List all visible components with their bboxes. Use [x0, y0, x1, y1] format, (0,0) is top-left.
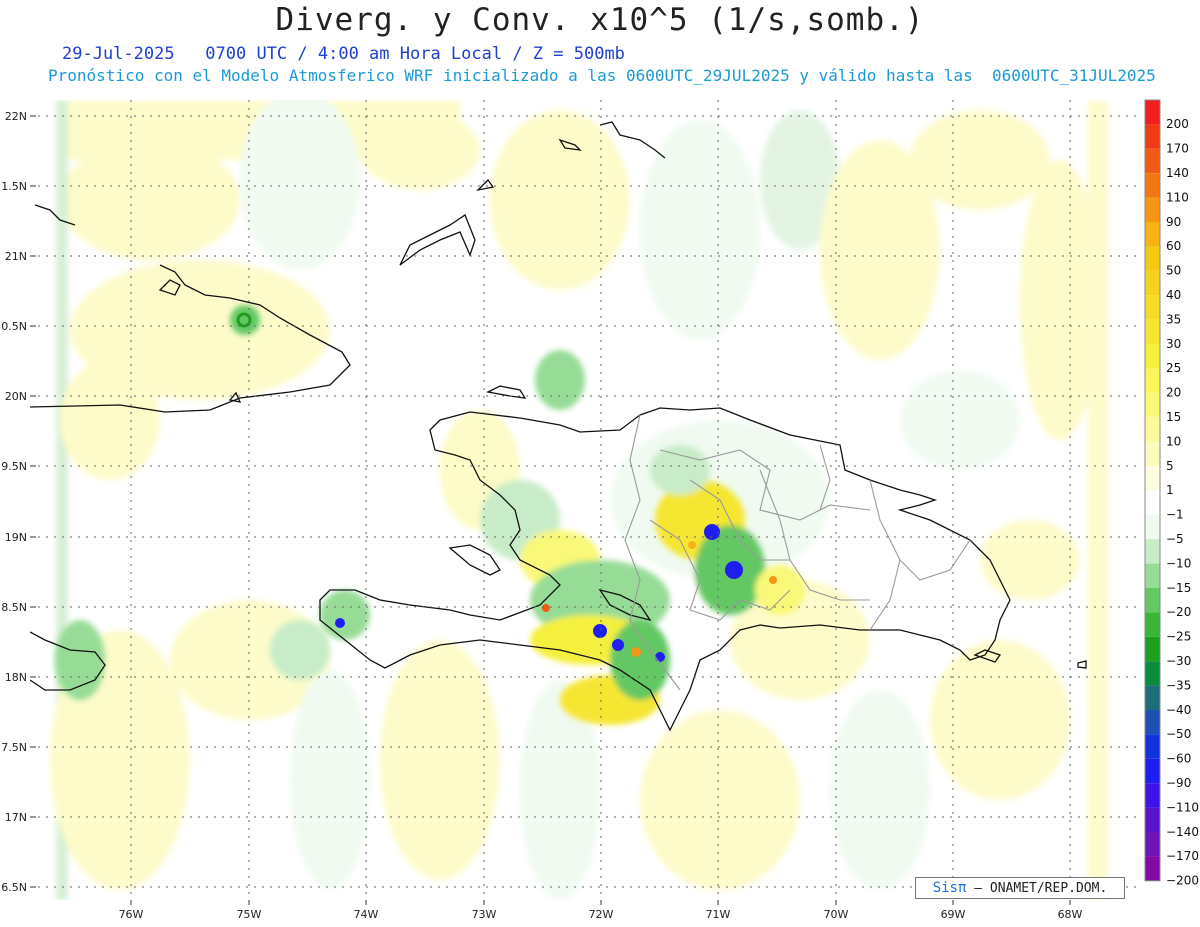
- colorbar-swatch: [1145, 832, 1160, 857]
- lat-label: 1.5N: [1, 180, 27, 193]
- colorbar-swatch: [1145, 490, 1160, 515]
- colorbar-swatch: [1145, 734, 1160, 759]
- colorbar-swatch: [1145, 197, 1160, 222]
- colorbar-swatch: [1145, 417, 1160, 442]
- colorbar-swatch: [1145, 783, 1160, 808]
- colorbar-swatch: [1145, 246, 1160, 271]
- colorbar-swatch: [1145, 758, 1160, 784]
- colorbar-level-label: 110: [1166, 190, 1189, 204]
- lon-label: 68W: [1058, 908, 1083, 921]
- lon-label: 75W: [237, 908, 262, 921]
- colorbar-swatch: [1145, 148, 1160, 174]
- colorbar-level-label: 15: [1166, 410, 1181, 424]
- colorbar-level-label: 30: [1166, 337, 1181, 351]
- colorbar-level-label: 25: [1166, 361, 1181, 375]
- colorbar-level-label: −25: [1166, 630, 1191, 644]
- lon-label: 70W: [824, 908, 849, 921]
- colorbar-level-label: −200: [1166, 874, 1199, 888]
- lat-label: 0.5N: [1, 320, 27, 333]
- lat-label: 18N: [5, 671, 27, 684]
- colorbar-swatch: [1145, 636, 1160, 662]
- colorbar-level-label: −1: [1166, 508, 1184, 522]
- colorbar-swatch: [1145, 173, 1160, 198]
- sispi-logo-text: Sisπ: [932, 880, 967, 896]
- colorbar-level-label: 40: [1166, 288, 1181, 302]
- colorbar-swatch: [1145, 514, 1160, 540]
- lon-label: 76W: [119, 908, 144, 921]
- colorbar-swatch: [1145, 466, 1160, 491]
- colorbar-level-label: 35: [1166, 312, 1181, 326]
- colorbar-level-label: −15: [1166, 581, 1191, 595]
- colorbar-level-label: 5: [1166, 459, 1174, 473]
- colorbar-swatch: [1145, 710, 1160, 735]
- longitude-labels: 76W 75W 74W 73W 72W 71W 70W 69W 68W: [119, 908, 1083, 921]
- latitude-labels: 22N 1.5N 21N 0.5N 20N 9.5N 19N 8.5N 18N …: [1, 110, 27, 894]
- colorbar-swatch: [1145, 124, 1160, 149]
- colorbar-swatch: [1145, 685, 1160, 710]
- colorbar-swatch: [1145, 270, 1160, 296]
- colorbar-level-label: 10: [1166, 434, 1181, 448]
- colorbar-swatch: [1145, 612, 1160, 637]
- lat-label: 7.5N: [1, 741, 27, 754]
- colorbar-level-label: 1: [1166, 483, 1174, 497]
- lat-label: 19N: [5, 531, 27, 544]
- colorbar-level-label: −5: [1166, 532, 1184, 546]
- colorbar-level-label: −30: [1166, 654, 1191, 668]
- lat-label: 20N: [5, 390, 27, 403]
- lat-label: 21N: [5, 250, 27, 263]
- colorbar-level-label: 140: [1166, 166, 1189, 180]
- lat-label: 8.5N: [1, 601, 27, 614]
- colorbar-swatch: [1145, 807, 1160, 832]
- colorbar-level-label: −110: [1166, 800, 1199, 814]
- colorbar-level-label: 90: [1166, 215, 1181, 229]
- lat-label: 6.5N: [1, 881, 27, 894]
- colorbar-swatch: [1145, 319, 1160, 344]
- lon-label: 69W: [941, 908, 966, 921]
- colorbar-level-label: 200: [1166, 117, 1189, 131]
- colorbar-swatch: [1145, 539, 1160, 564]
- colorbar-swatch: [1145, 100, 1160, 125]
- colorbar-level-label: 60: [1166, 239, 1181, 253]
- lat-label: 17N: [5, 811, 27, 824]
- lon-label: 72W: [589, 908, 614, 921]
- colorbar-level-label: 50: [1166, 264, 1181, 278]
- colorbar-swatch: [1145, 392, 1160, 418]
- colorbar-swatch: [1145, 344, 1160, 369]
- colorbar-swatch: [1145, 368, 1160, 393]
- credit-box: Sisπ – ONAMET/REP.DOM.: [915, 877, 1125, 899]
- colorbar-level-label: −50: [1166, 727, 1191, 741]
- colorbar-swatch: [1145, 661, 1160, 686]
- divergence-map: 22N 1.5N 21N 0.5N 20N 9.5N 19N 8.5N 18N …: [1, 99, 1199, 921]
- colorbar-swatch: [1145, 295, 1160, 320]
- colorbar-level-label: −90: [1166, 776, 1191, 790]
- lon-label: 74W: [354, 908, 379, 921]
- colorbar-level-label: 20: [1166, 386, 1181, 400]
- credit-text: – ONAMET/REP.DOM.: [974, 881, 1108, 896]
- colorbar-swatch: [1145, 856, 1160, 881]
- colorbar-level-label: −170: [1166, 849, 1199, 863]
- color-legend: 200 170 140 110 90 60 50 40 35 30 25 20 15 10 5 1 −1 −5 −1…: [1144, 99, 1199, 888]
- colorbar-level-label: −140: [1166, 825, 1199, 839]
- colorbar-level-label: 170: [1166, 142, 1189, 156]
- colorbar-swatch: [1145, 563, 1160, 588]
- colorbar-level-label: −40: [1166, 703, 1191, 717]
- lat-label: 22N: [5, 110, 27, 123]
- colorbar-level-label: −60: [1166, 752, 1191, 766]
- colorbar-swatch: [1145, 588, 1160, 613]
- colorbar-swatch: [1145, 222, 1160, 247]
- colorbar-level-label: −20: [1166, 605, 1191, 619]
- lon-label: 73W: [472, 908, 497, 921]
- colorbar-level-label: −10: [1166, 556, 1191, 570]
- lon-label: 71W: [706, 908, 731, 921]
- lat-label: 9.5N: [1, 460, 27, 473]
- colorbar-level-label: −35: [1166, 678, 1191, 692]
- colorbar-swatch: [1145, 441, 1160, 466]
